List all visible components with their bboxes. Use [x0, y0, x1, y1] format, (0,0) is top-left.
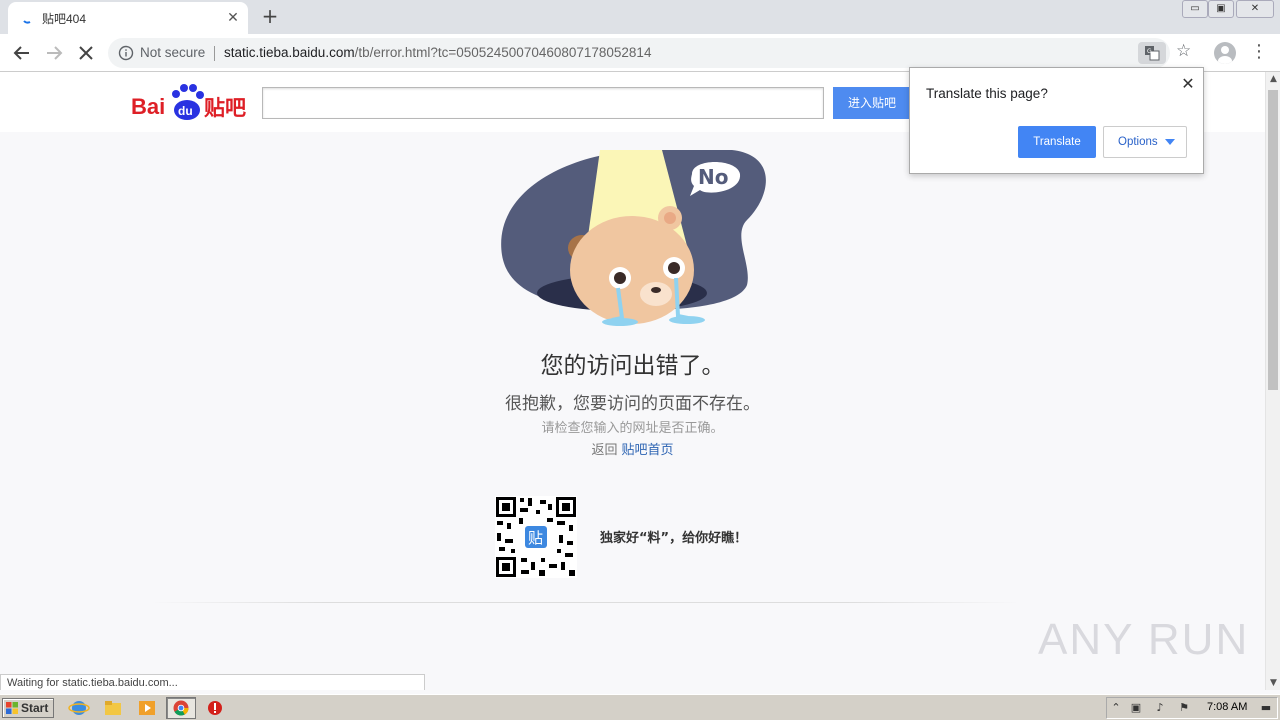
show-desktop-icon[interactable]: ▬: [1259, 701, 1273, 715]
forward-arrow-icon[interactable]: [42, 41, 66, 65]
new-tab-button[interactable]: +: [258, 4, 282, 28]
options-label: Options: [1118, 136, 1158, 148]
address-bar[interactable]: Not secure static.tieba.baidu.com/tb/err…: [108, 38, 1191, 68]
logo-bai: Bai: [131, 94, 165, 119]
antivirus-alert-icon[interactable]: [204, 698, 226, 718]
error-hint: 请检查您输入的网址是否正确。: [541, 421, 724, 436]
back-arrow-icon[interactable]: [10, 41, 34, 65]
folder-icon[interactable]: [102, 698, 124, 718]
vertical-scrollbar[interactable]: ▲ ▼: [1265, 72, 1280, 690]
tieba-home-link[interactable]: 贴吧首页: [622, 443, 674, 458]
search-input[interactable]: [262, 87, 824, 119]
windows-taskbar: Start ⌃ ▣ ♪ ⚑ 7:08 AM ▬: [0, 694, 1280, 720]
url-path: /tb/error.html?tc=0505245007046080717805…: [354, 45, 652, 60]
chrome-icon: [173, 700, 189, 716]
scroll-down-arrow-icon[interactable]: ▼: [1266, 676, 1280, 690]
options-dropdown[interactable]: Options: [1103, 126, 1187, 158]
status-bubble: Waiting for static.tieba.baidu.com...: [0, 674, 425, 690]
error-subtitle: 很抱歉，您要访问的页面不存在。: [505, 394, 760, 414]
volume-icon[interactable]: ♪: [1153, 701, 1167, 715]
media-player-icon[interactable]: [136, 698, 158, 718]
crying-bear-illustration: No: [501, 150, 766, 326]
url-text[interactable]: static.tieba.baidu.com/tb/error.html?tc=…: [224, 45, 651, 60]
translate-icon[interactable]: G: [1138, 42, 1166, 64]
back-home-line: 返回 贴吧首页: [0, 439, 1265, 458]
profile-avatar-icon[interactable]: [1214, 42, 1236, 64]
address-separator: [214, 46, 215, 61]
enter-tieba-button[interactable]: 进入贴吧: [833, 87, 911, 119]
url-host: static.tieba.baidu.com: [224, 45, 355, 60]
back-prefix: 返回: [591, 443, 618, 458]
security-label[interactable]: Not secure: [140, 45, 205, 60]
logo-tieba: 贴吧: [204, 96, 246, 120]
no-bubble-text: No: [698, 165, 728, 189]
tab-strip: 贴吧404 ✕ + ▭ ▣ ✕: [0, 0, 1280, 34]
system-tray: ⌃ ▣ ♪ ⚑ 7:08 AM ▬: [1106, 697, 1278, 719]
kebab-menu-icon[interactable]: ⋮: [1250, 41, 1268, 62]
error-title: 您的访问出错了。: [540, 353, 725, 379]
translate-popup-title: Translate this page?: [926, 86, 1048, 101]
restore-button[interactable]: ▣: [1208, 0, 1234, 18]
scroll-up-arrow-icon[interactable]: ▲: [1266, 72, 1280, 86]
action-center-flag-icon[interactable]: ⚑: [1177, 701, 1191, 715]
qr-caption: 独家好“料”，给你好瞧！: [600, 531, 748, 546]
logo-du: du: [178, 104, 193, 118]
windows-flag-icon: [6, 702, 18, 714]
start-button[interactable]: Start: [2, 698, 54, 718]
browser-tab[interactable]: 贴吧404 ✕: [8, 2, 248, 34]
translate-popup: Translate this page? ✕ Translate Options: [909, 67, 1204, 174]
loading-spinner-icon: [23, 20, 31, 24]
svg-text:G: G: [1147, 48, 1152, 55]
network-icon[interactable]: ▣: [1129, 701, 1143, 715]
internet-explorer-icon[interactable]: [68, 698, 90, 718]
translate-button[interactable]: Translate: [1018, 126, 1096, 158]
chevron-down-icon: [1165, 139, 1175, 145]
close-icon[interactable]: ✕: [1178, 74, 1198, 93]
info-icon[interactable]: [118, 45, 134, 61]
tab-close-icon[interactable]: ✕: [224, 9, 242, 27]
qr-code-image[interactable]: 贴: [495, 496, 577, 578]
clock[interactable]: 7:08 AM: [1207, 701, 1247, 713]
scrollbar-thumb[interactable]: [1268, 90, 1278, 390]
tab-title: 贴吧404: [42, 12, 87, 26]
minimize-button[interactable]: ▭: [1182, 0, 1208, 18]
chrome-taskbar-button[interactable]: [166, 697, 196, 719]
qr-badge-text: 贴: [528, 529, 543, 547]
tray-expand-icon[interactable]: ⌃: [1109, 701, 1123, 715]
baidu-tieba-logo[interactable]: Bai du 贴吧: [130, 80, 252, 122]
stop-loading-icon[interactable]: [74, 41, 98, 65]
close-window-button[interactable]: ✕: [1236, 0, 1274, 18]
anyrun-watermark: ANY RUN: [1038, 615, 1250, 664]
start-label: Start: [21, 701, 49, 715]
footer-divider: [150, 602, 1020, 603]
bookmark-star-icon[interactable]: ☆: [1176, 41, 1191, 61]
